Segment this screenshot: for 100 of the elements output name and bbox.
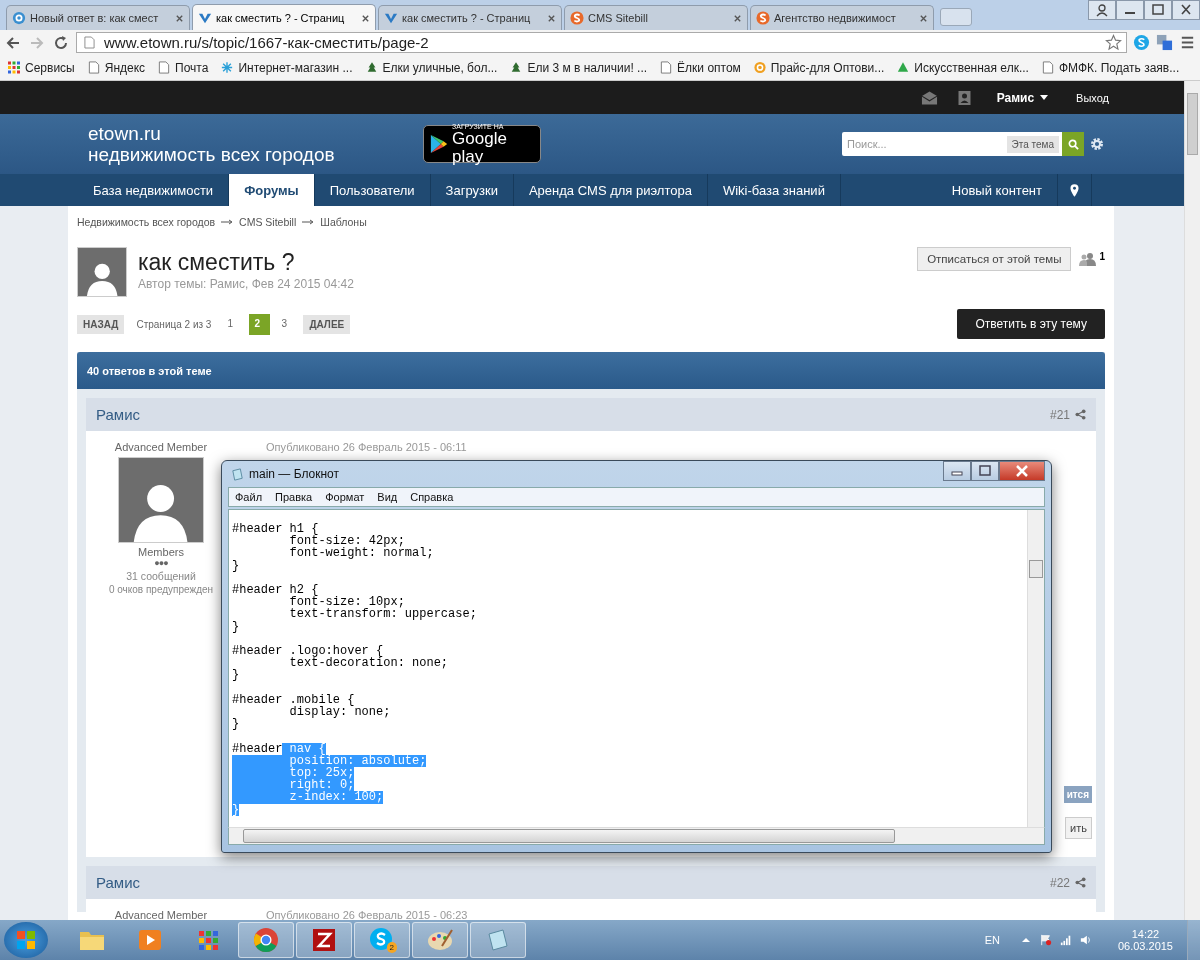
signal-bars-icon[interactable] [1059, 933, 1072, 947]
browser-tab[interactable]: Новый ответ в: как смест [6, 5, 190, 30]
code-text: text-transform: uppercase; [288, 608, 477, 621]
arrow-icon [221, 219, 234, 225]
breadcrumb-link[interactable]: CMS Sitebill [239, 216, 297, 228]
user-icon[interactable] [1088, 0, 1116, 20]
browser-tab[interactable]: Агентство недвижимост [750, 5, 934, 30]
flag-warning-icon[interactable] [1039, 933, 1052, 947]
envelope-icon[interactable] [920, 89, 938, 106]
site-logo-text[interactable]: etown.ru [88, 122, 423, 144]
at-sign-icon [12, 11, 26, 25]
code-text: text-decoration: none; [288, 657, 449, 670]
bookmark-item[interactable]: Ёлки оптом [660, 60, 741, 75]
chat-extension-icon[interactable] [1133, 34, 1150, 51]
code-text: #header .logo:hover { [232, 645, 384, 658]
code-text: font-weight: normal; [288, 547, 434, 560]
taskbar-app[interactable] [296, 922, 352, 958]
code-text: #header h1 { [232, 523, 319, 536]
browser-tab[interactable]: как сместить ? - Страниц [378, 5, 562, 30]
menu-item[interactable]: Формат [325, 491, 365, 503]
speaker-icon[interactable] [1079, 933, 1092, 947]
close-icon[interactable] [919, 13, 928, 23]
maximize-icon[interactable] [1144, 0, 1172, 20]
close-icon[interactable] [361, 13, 370, 23]
arrow-icon [302, 219, 315, 225]
notification-badge: 2 [386, 942, 397, 953]
minimize-icon[interactable] [1116, 0, 1144, 20]
menu-item[interactable]: Справка [410, 491, 454, 503]
map-pin-icon [1070, 183, 1079, 197]
address-bar[interactable]: www.etown.ru/s/topic/1667-как-сместить/page-2 [76, 32, 1127, 53]
page-link[interactable]: 3 [278, 313, 296, 335]
post-author-link[interactable]: Рамис [96, 406, 141, 423]
page-icon [1041, 61, 1054, 74]
share-icon[interactable] [1075, 409, 1086, 420]
bookmark-item[interactable]: Почта [158, 60, 209, 75]
bookmark-item[interactable]: ФМФК. Подать заяв... [1041, 60, 1180, 75]
scrollbar[interactable] [1184, 81, 1200, 920]
bookmark-item[interactable]: Ели 3 м в наличии! ... [510, 60, 648, 75]
scrollbar[interactable] [228, 827, 1045, 845]
search-scope-tag[interactable]: Эта тема [1006, 135, 1059, 153]
warning-points: 0 очков предупрежден [108, 584, 214, 595]
search-icon [1067, 138, 1079, 150]
translate-icon[interactable] [1156, 34, 1173, 51]
user-menu[interactable]: Рамис [996, 90, 1049, 105]
minimize-icon[interactable] [943, 461, 971, 481]
search-field[interactable]: Поиск... Эта тема [842, 132, 1062, 156]
code-text: font-size: 42px; [288, 535, 405, 548]
apps-grid-icon [8, 61, 20, 74]
start-button[interactable] [4, 922, 48, 958]
bookmark-item[interactable]: Елки уличные, бол... [365, 60, 498, 75]
triangle-icon [897, 61, 910, 74]
close-icon[interactable] [1172, 0, 1200, 20]
share-icon[interactable] [1075, 877, 1086, 888]
nav-tab[interactable]: Форумы [229, 174, 315, 206]
replies-count-bar: 40 ответов в этой теме [77, 352, 1105, 389]
reload-icon[interactable] [52, 33, 70, 52]
close-icon[interactable] [547, 13, 556, 23]
browser-tab[interactable]: как сместить ? - Страниц [192, 4, 376, 31]
browser-tab[interactable]: CMS Sitebill [564, 5, 748, 30]
page-icon [87, 61, 100, 74]
close-icon[interactable] [733, 13, 742, 23]
code-text: display: none; [288, 706, 391, 719]
settings-icon[interactable] [1090, 137, 1104, 151]
member-group: Members [138, 546, 184, 558]
reply-button[interactable]: Ответить в эту тему [957, 309, 1105, 339]
menu-item[interactable]: Вид [377, 491, 398, 503]
bookmark-item[interactable]: Интернет-магазин ... [221, 60, 353, 75]
maximize-icon[interactable] [971, 461, 999, 481]
page-link[interactable]: 1 [224, 313, 242, 335]
unsubscribe-button[interactable]: Отписаться от этой темы [917, 247, 1072, 271]
post-action-button[interactable]: ить [1065, 817, 1092, 839]
bookmark-item[interactable]: Прайс-для Оптови... [753, 60, 885, 75]
previous-page-button[interactable]: НАЗАД [77, 314, 125, 334]
window-title: main — Блокнот [249, 467, 339, 481]
s-logo-icon [570, 11, 584, 25]
menu-item[interactable]: Файл [235, 491, 263, 503]
code-text: position: absolute; [232, 754, 427, 767]
taskbar-app[interactable]: 2 [354, 922, 410, 958]
bookmark-item[interactable]: Искусственная елк... [897, 60, 1029, 75]
menu-item[interactable]: Правка [275, 491, 313, 503]
scrollbar[interactable] [1027, 510, 1044, 827]
code-text: } [232, 803, 240, 816]
site-tagline[interactable]: недвижимость всех городов [88, 143, 423, 166]
code-text: #header h2 { [232, 584, 319, 597]
taskbar-app[interactable] [238, 922, 294, 958]
close-icon[interactable] [999, 461, 1045, 481]
topic-title: как сместить ? [138, 248, 296, 277]
v-logo-icon [384, 11, 398, 25]
search-button[interactable] [1062, 132, 1084, 156]
bookmark-item[interactable]: Яндекс [87, 60, 146, 75]
menu-icon[interactable] [1179, 34, 1196, 51]
close-icon[interactable] [175, 13, 184, 23]
next-page-button[interactable]: ДАЛЕЕ [303, 314, 351, 334]
breadcrumb-link[interactable]: Шаблоны [320, 216, 367, 228]
bookmark-star-icon[interactable] [1105, 34, 1122, 51]
bookmark-item[interactable]: Сервисы [8, 60, 75, 75]
logout-link[interactable]: Выход [1076, 91, 1109, 104]
breadcrumb-link[interactable]: Недвижимость всех городов [77, 216, 216, 228]
post-author-link[interactable]: Рамис [96, 874, 141, 891]
taskbar-app[interactable] [412, 922, 468, 958]
